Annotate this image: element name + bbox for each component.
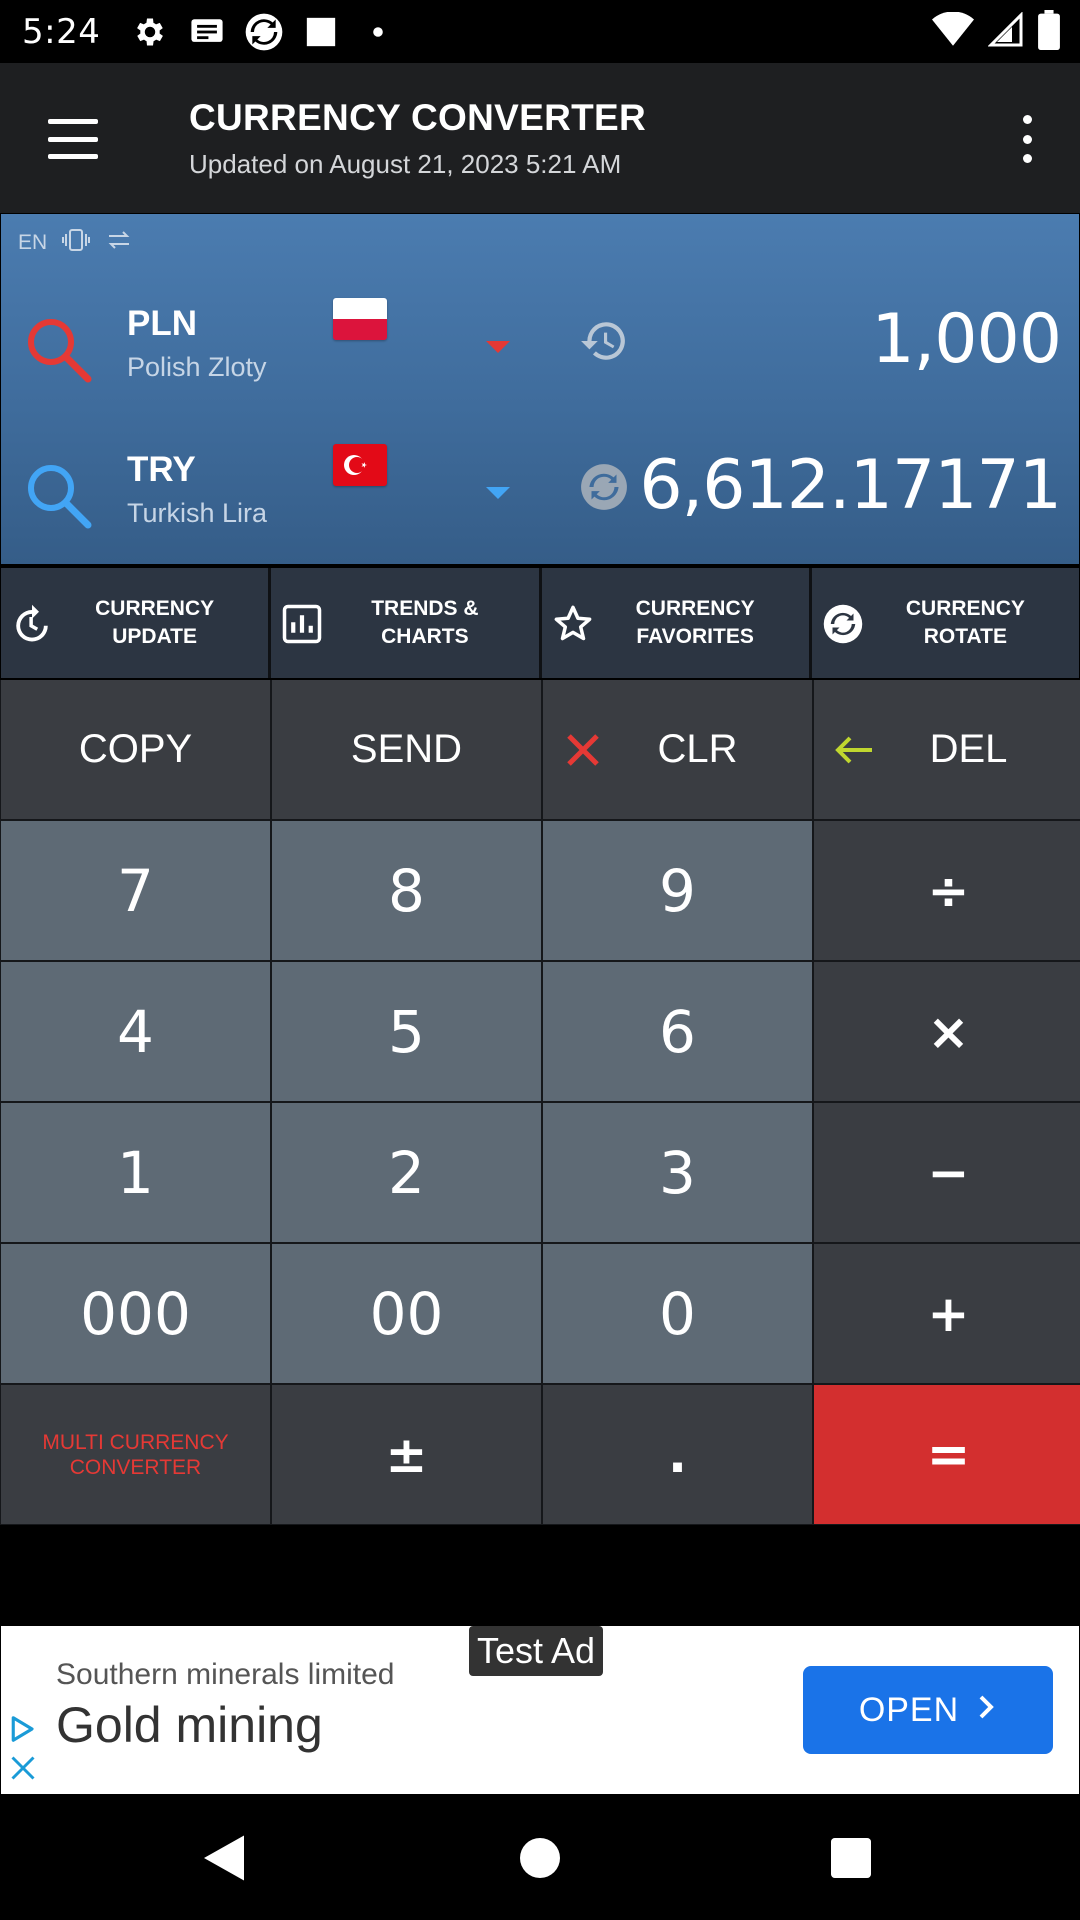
divide-button[interactable]: ÷ bbox=[814, 821, 1080, 960]
copy-button[interactable]: COPY bbox=[1, 680, 270, 819]
status-time: 5:24 bbox=[22, 11, 101, 52]
key-1[interactable]: 1 bbox=[1, 1103, 270, 1242]
bar-chart-icon bbox=[281, 603, 323, 645]
ad-banner[interactable]: Test Ad Southern minerals limited Gold m… bbox=[1, 1626, 1079, 1794]
clear-button[interactable]: CLR bbox=[543, 680, 812, 819]
currency-favorites-button[interactable]: CURRENCY FAVORITES bbox=[541, 568, 809, 678]
key-0[interactable]: 0 bbox=[543, 1244, 812, 1383]
history-icon[interactable] bbox=[579, 316, 629, 366]
multi-label-line1: MULTI CURRENCY bbox=[42, 1430, 229, 1454]
delete-label: DEL bbox=[929, 727, 1008, 771]
key-8[interactable]: 8 bbox=[272, 821, 541, 960]
decimal-button[interactable]: . bbox=[543, 1385, 812, 1524]
multi-label-line2: CONVERTER bbox=[69, 1455, 202, 1479]
clear-label: CLR bbox=[657, 727, 738, 771]
from-amount[interactable]: 1,000 bbox=[871, 300, 1062, 379]
turkey-flag-icon bbox=[333, 444, 387, 486]
poland-flag-icon bbox=[333, 298, 387, 340]
vibrate-icon[interactable] bbox=[61, 228, 91, 258]
from-currency-code: PLN bbox=[127, 304, 197, 343]
close-icon bbox=[559, 726, 607, 774]
to-currency-dropdown-icon[interactable] bbox=[486, 487, 510, 499]
key-6[interactable]: 6 bbox=[543, 962, 812, 1101]
message-icon bbox=[187, 12, 227, 52]
key-000[interactable]: 000 bbox=[1, 1244, 270, 1383]
signal-icon bbox=[987, 11, 1024, 53]
shortcut-label: CHARTS bbox=[381, 625, 469, 648]
key-9[interactable]: 9 bbox=[543, 821, 812, 960]
chevron-right-icon bbox=[977, 1691, 997, 1730]
to-amount[interactable]: 6,612.17171 bbox=[639, 446, 1062, 525]
star-icon bbox=[552, 603, 594, 645]
app-title: CURRENCY CONVERTER bbox=[189, 97, 646, 138]
key-4[interactable]: 4 bbox=[1, 962, 270, 1101]
recents-icon[interactable] bbox=[821, 1828, 881, 1888]
from-currency-dropdown-icon[interactable] bbox=[486, 341, 510, 353]
search-icon[interactable] bbox=[23, 314, 95, 386]
key-00[interactable]: 00 bbox=[272, 1244, 541, 1383]
panel-toolbar: EN bbox=[18, 228, 133, 258]
multi-currency-converter-button[interactable]: MULTI CURRENCY CONVERTER bbox=[1, 1385, 270, 1524]
search-icon[interactable] bbox=[23, 460, 95, 532]
currency-rotate-button[interactable]: CURRENCY ROTATE bbox=[811, 568, 1079, 678]
to-currency-code: TRY bbox=[127, 450, 196, 489]
convert-refresh-icon[interactable] bbox=[579, 462, 629, 512]
shortcut-label: ROTATE bbox=[923, 625, 1007, 648]
ad-headline: Gold mining bbox=[56, 1697, 323, 1753]
from-currency-name: Polish Zloty bbox=[127, 352, 267, 382]
dot-icon bbox=[358, 12, 398, 52]
shortcut-bar: CURRENCY UPDATE TRENDS & CHARTS CURRENCY FA… bbox=[1, 568, 1079, 678]
key-5[interactable]: 5 bbox=[272, 962, 541, 1101]
app-bar: CURRENCY CONVERTER Updated on August 21,… bbox=[0, 63, 1080, 213]
subtract-button[interactable]: − bbox=[814, 1103, 1080, 1242]
back-icon[interactable] bbox=[194, 1828, 254, 1888]
wifi-icon bbox=[932, 11, 974, 53]
test-ad-tag: Test Ad bbox=[469, 1626, 604, 1676]
language-label[interactable]: EN bbox=[18, 231, 47, 255]
swap-arrows-icon[interactable] bbox=[105, 229, 133, 257]
refresh-clock-icon bbox=[11, 603, 53, 645]
adchoices-icon[interactable] bbox=[7, 1714, 37, 1744]
status-bar: 5:24 bbox=[0, 0, 1080, 63]
updated-timestamp: Updated on August 21, 2023 5:21 AM bbox=[189, 149, 622, 179]
shortcut-label: UPDATE bbox=[112, 625, 198, 648]
add-button[interactable]: + bbox=[814, 1244, 1080, 1383]
to-currency-row[interactable]: TRY Turkish Lira 6,612.17171 bbox=[1, 442, 1079, 552]
keypad: COPY SEND CLR DEL 7 8 9 ÷ 4 5 6 × 1 2 3 … bbox=[0, 680, 1080, 1525]
plus-minus-button[interactable]: ± bbox=[272, 1385, 541, 1524]
shortcut-label: CURRENCY bbox=[635, 597, 755, 620]
ad-open-label: OPEN bbox=[858, 1690, 960, 1729]
converter-panel: EN PLN Polish Zloty 1,000 TRY Turkish Li… bbox=[1, 214, 1079, 564]
to-currency-name: Turkish Lira bbox=[127, 498, 268, 528]
shortcut-label: CURRENCY bbox=[95, 597, 215, 620]
hamburger-menu-icon[interactable] bbox=[38, 111, 108, 167]
ad-open-button[interactable]: OPEN bbox=[803, 1666, 1053, 1754]
equals-button[interactable]: = bbox=[814, 1385, 1080, 1524]
key-3[interactable]: 3 bbox=[543, 1103, 812, 1242]
rotate-icon bbox=[822, 603, 864, 645]
sync-app-icon bbox=[244, 12, 284, 52]
battery-icon bbox=[1038, 10, 1060, 55]
ad-advertiser: Southern minerals limited bbox=[56, 1658, 395, 1691]
multiply-button[interactable]: × bbox=[814, 962, 1080, 1101]
send-button[interactable]: SEND bbox=[272, 680, 541, 819]
key-7[interactable]: 7 bbox=[1, 821, 270, 960]
home-icon[interactable] bbox=[510, 1828, 570, 1888]
square-app-icon bbox=[301, 12, 341, 52]
currency-update-button[interactable]: CURRENCY UPDATE bbox=[1, 568, 269, 678]
overflow-menu-icon[interactable] bbox=[1012, 111, 1042, 167]
arrow-left-icon bbox=[830, 726, 878, 774]
shortcut-label: CURRENCY bbox=[905, 597, 1025, 620]
delete-button[interactable]: DEL bbox=[814, 680, 1080, 819]
shortcut-label: TRENDS & bbox=[371, 597, 479, 620]
navigation-bar bbox=[0, 1794, 1080, 1920]
from-currency-row[interactable]: PLN Polish Zloty 1,000 bbox=[1, 296, 1079, 406]
shortcut-label: FAVORITES bbox=[636, 625, 754, 648]
settings-icon bbox=[130, 12, 170, 52]
close-icon[interactable] bbox=[9, 1754, 37, 1782]
key-2[interactable]: 2 bbox=[272, 1103, 541, 1242]
trends-charts-button[interactable]: TRENDS & CHARTS bbox=[271, 568, 539, 678]
